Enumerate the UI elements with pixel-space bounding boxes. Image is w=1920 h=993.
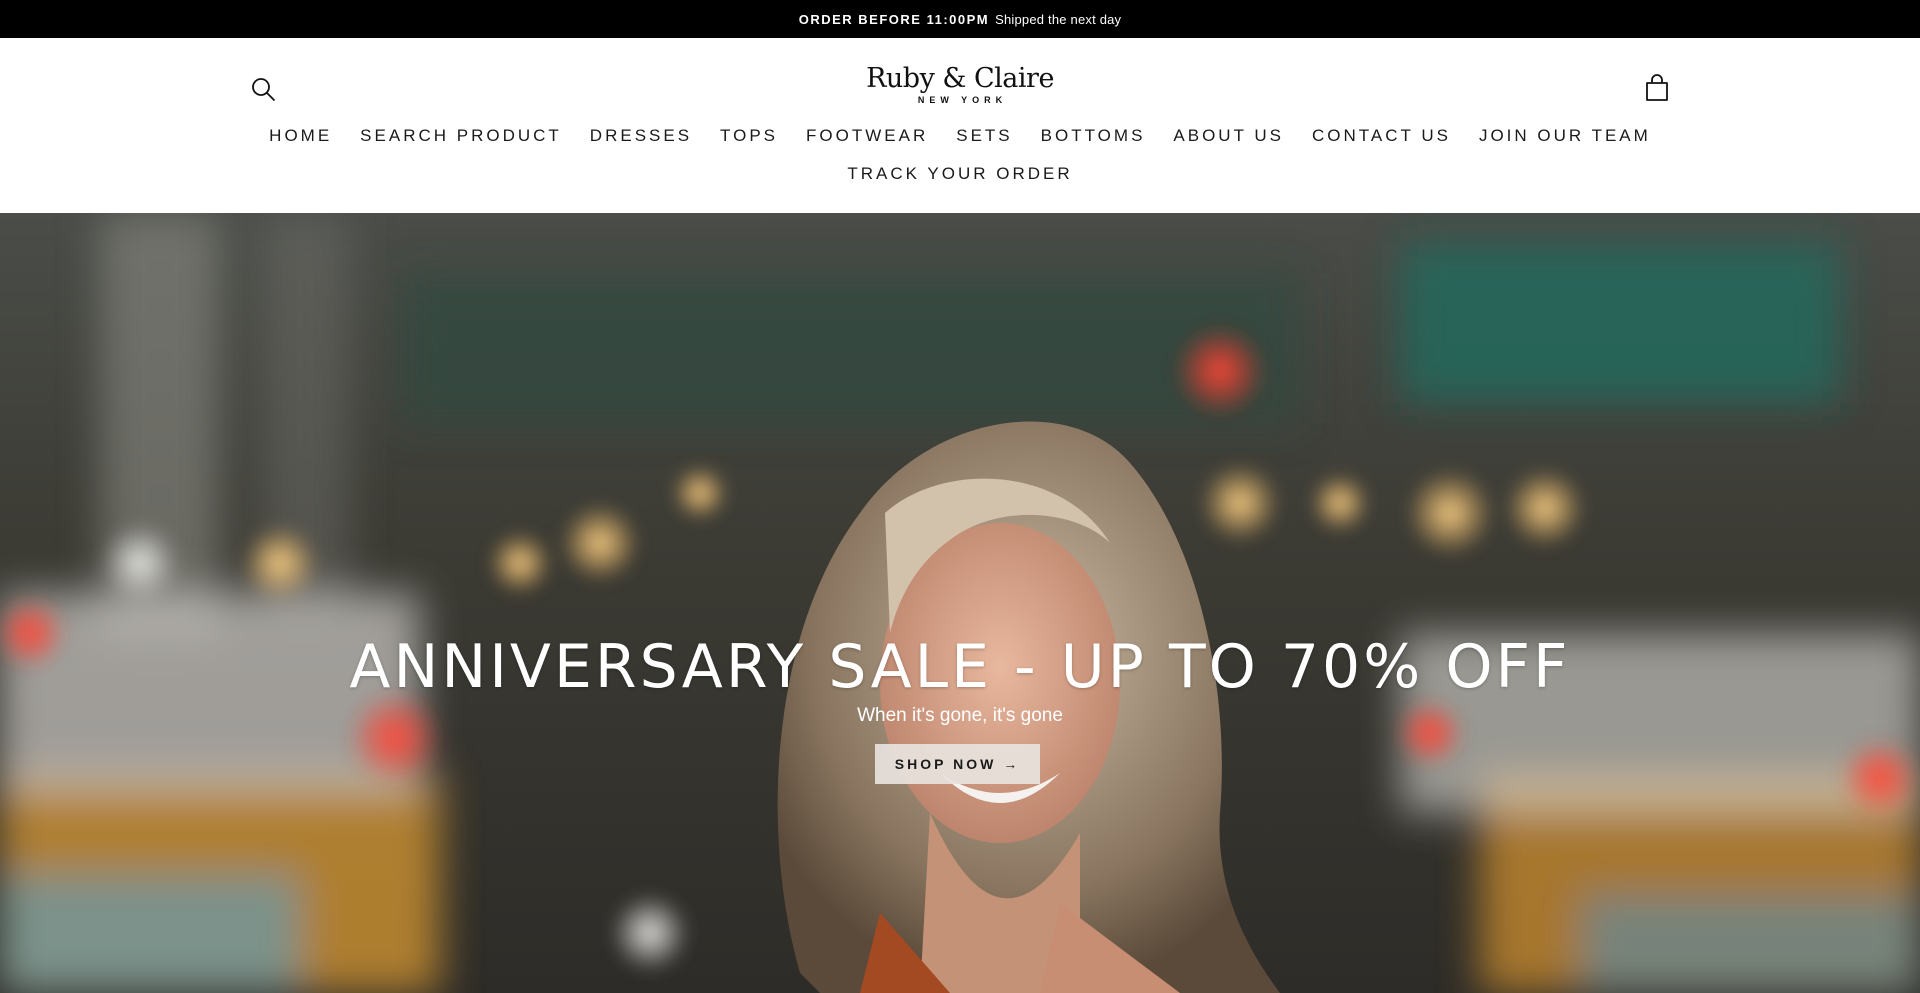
hero-subtitle: When it's gone, it's gone xyxy=(857,705,1063,726)
announcement-strong: ORDER BEFORE 11:00PM xyxy=(798,11,990,27)
hero-banner[interactable]: ANNIVERSARY SALE - UP TO 70% OFF When it… xyxy=(0,213,1920,993)
nav-footwear[interactable]: FOOTWEAR xyxy=(792,126,942,146)
announcement-text: Shipped the next day xyxy=(995,11,1122,27)
nav-bottoms[interactable]: BOTTOMS xyxy=(1027,126,1160,146)
hero-image xyxy=(0,213,1920,993)
main-nav: HOME SEARCH PRODUCT DRESSES TOPS FOOTWEA… xyxy=(0,126,1920,146)
nav-about-us[interactable]: ABOUT US xyxy=(1159,126,1298,146)
nav-contact-us[interactable]: CONTACT US xyxy=(1298,126,1465,146)
search-icon[interactable] xyxy=(249,75,277,103)
site-header: Ruby & Claire NEW YORK HOME SEARCH PRODU… xyxy=(0,38,1920,213)
logo-subtitle: NEW YORK xyxy=(917,95,1008,105)
shop-now-button[interactable]: SHOP NOW → xyxy=(875,744,1040,784)
shopping-bag-icon[interactable] xyxy=(1643,73,1671,103)
announcement-bar: ORDER BEFORE 11:00PM Shipped the next da… xyxy=(0,0,1920,38)
nav-search-product[interactable]: SEARCH PRODUCT xyxy=(346,126,576,146)
nav-dresses[interactable]: DRESSES xyxy=(576,126,706,146)
logo-wordmark: Ruby & Claire xyxy=(866,63,1054,94)
nav-sets[interactable]: SETS xyxy=(942,126,1026,146)
site-logo[interactable]: Ruby & Claire NEW YORK xyxy=(860,64,1060,114)
main-nav-row-2: TRACK YOUR ORDER xyxy=(0,164,1920,184)
nav-join-our-team[interactable]: JOIN OUR TEAM xyxy=(1465,126,1665,146)
hero-title: ANNIVERSARY SALE - UP TO 70% OFF xyxy=(349,632,1571,702)
nav-tops[interactable]: TOPS xyxy=(706,126,792,146)
nav-track-your-order[interactable]: TRACK YOUR ORDER xyxy=(833,164,1086,184)
nav-home[interactable]: HOME xyxy=(255,126,346,146)
